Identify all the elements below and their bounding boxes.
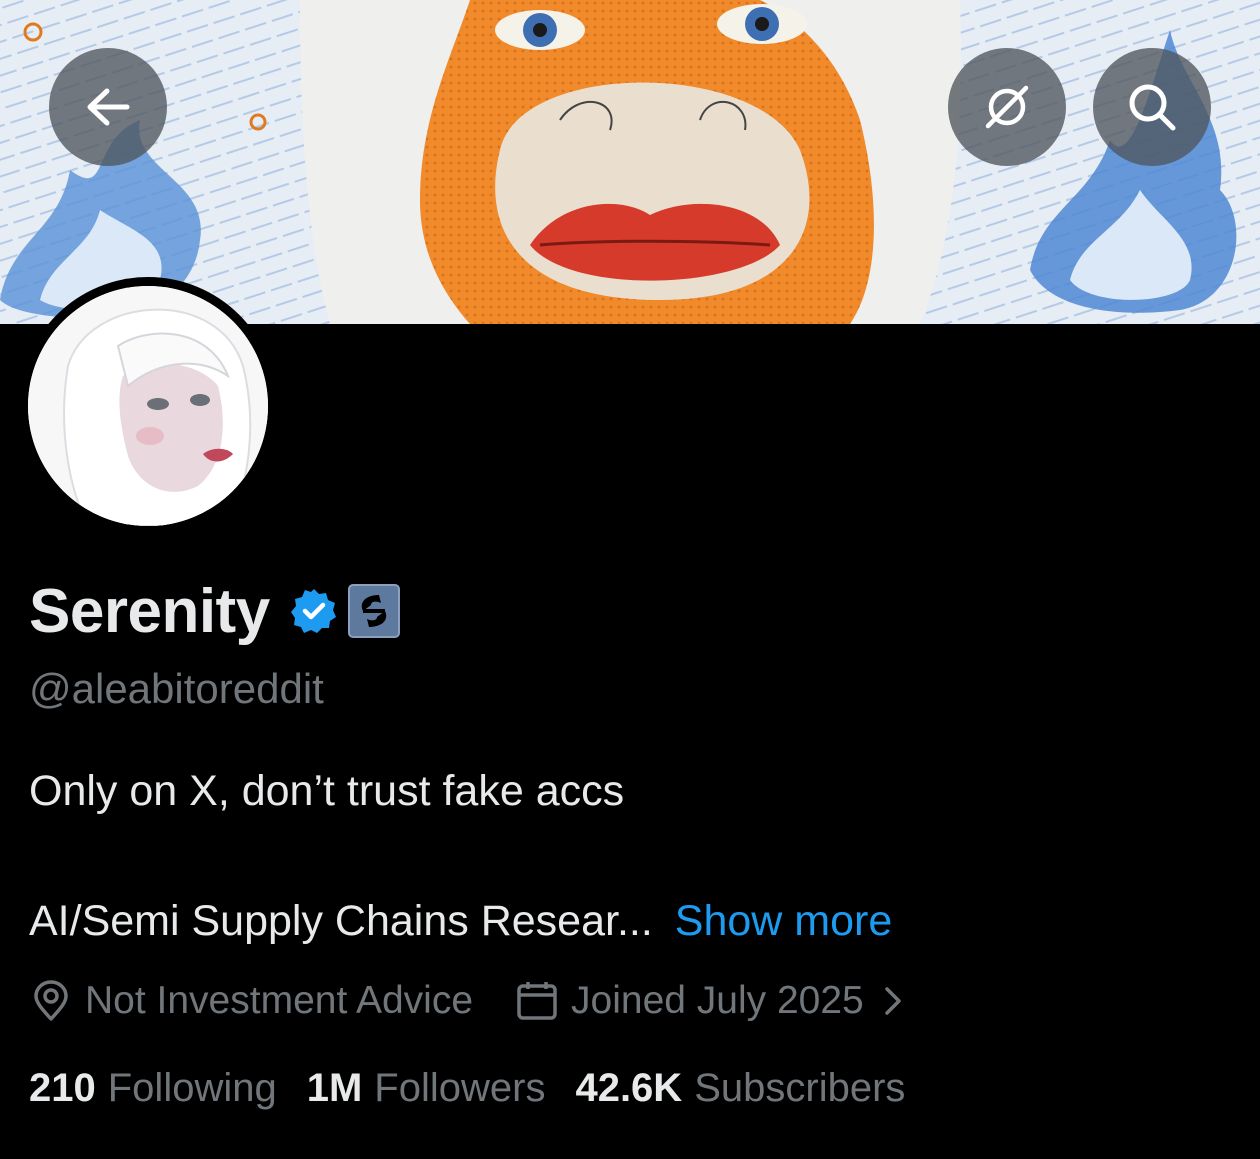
verified-badge-icon[interactable]	[290, 587, 338, 635]
handle: @aleabitoreddit	[29, 665, 324, 712]
followers-label: Followers	[374, 1065, 546, 1110]
following-count: 210	[29, 1065, 96, 1110]
grok-icon	[985, 85, 1029, 129]
avatar[interactable]	[19, 277, 277, 535]
location: Not Investment Advice	[29, 979, 473, 1023]
banner-illustration	[0, 0, 1260, 324]
subscribers-count: 42.6K	[575, 1065, 683, 1110]
bio-line-2: AI/Semi Supply Chains Resear... Show more	[29, 897, 892, 946]
bio-line-1: Only on X, don’t trust fake accs	[29, 767, 625, 815]
display-name: Serenity	[29, 576, 270, 646]
following-stat[interactable]: 210 Following	[29, 1066, 277, 1111]
profile-stats: 210 Following 1M Followers 42.6K Subscriber…	[29, 1064, 905, 1112]
followers-count: 1M	[306, 1065, 363, 1110]
name-row: Serenity	[29, 576, 401, 646]
search-button[interactable]	[1093, 48, 1211, 166]
joined-date[interactable]: Joined July 2025	[515, 979, 906, 1023]
joined-text: Joined July 2025	[571, 979, 864, 1022]
show-more-link[interactable]: Show more	[675, 897, 892, 945]
arrow-left-icon	[87, 88, 130, 126]
grok-button[interactable]	[948, 48, 1066, 166]
bio-text: AI/Semi Supply Chains Resear...	[29, 897, 653, 945]
calendar-icon	[517, 982, 557, 1020]
profile-banner[interactable]	[0, 0, 1260, 324]
avatar-image	[28, 286, 268, 526]
followers-stat[interactable]: 1M Followers	[307, 1066, 546, 1111]
location-pin-icon	[34, 980, 68, 1021]
chevron-right-icon	[885, 987, 901, 1015]
location-text: Not Investment Advice	[85, 979, 474, 1022]
search-icon	[1129, 84, 1176, 131]
subscribers-stat[interactable]: 42.6K Subscribers	[575, 1066, 905, 1111]
affiliate-badge-icon[interactable]	[347, 583, 401, 639]
profile-meta: Not Investment Advice Joined July 2025	[29, 977, 906, 1025]
subscribers-label: Subscribers	[694, 1065, 906, 1110]
following-label: Following	[107, 1065, 277, 1110]
back-button[interactable]	[49, 48, 167, 166]
